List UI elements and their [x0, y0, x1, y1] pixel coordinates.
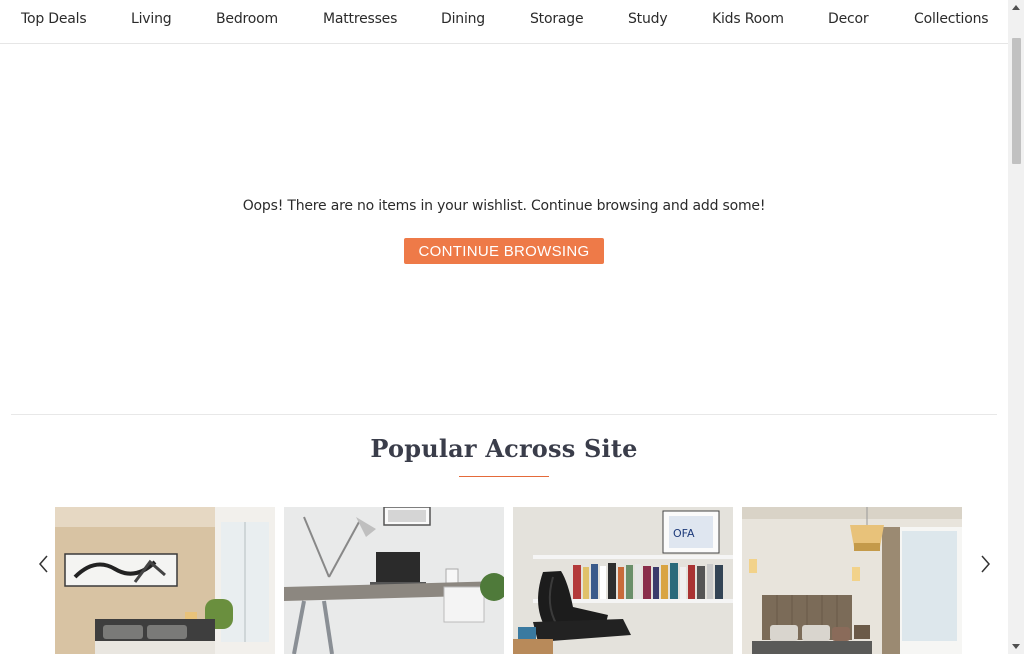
product-card[interactable] [55, 507, 275, 654]
chevron-left-icon [39, 555, 48, 573]
scroll-down-button[interactable] [1008, 638, 1024, 654]
nav-item-kids-room[interactable]: Kids Room [712, 11, 784, 27]
nav-item-bedroom[interactable]: Bedroom [216, 11, 278, 27]
study-desk-image [284, 507, 504, 654]
scroll-up-button[interactable] [1008, 0, 1024, 16]
nav-item-top-deals[interactable]: Top Deals [21, 11, 87, 27]
section-divider [11, 414, 997, 415]
product-card[interactable] [742, 507, 962, 654]
svg-text:OFA: OFA [673, 527, 695, 540]
bedroom-image [55, 507, 275, 654]
carousel-prev-button[interactable] [34, 553, 54, 575]
product-card[interactable] [284, 507, 504, 654]
bedroom-suite-image [742, 507, 962, 654]
scrollbar-thumb[interactable] [1012, 38, 1021, 164]
nav-item-study[interactable]: Study [628, 11, 668, 27]
nav-item-mattresses[interactable]: Mattresses [323, 11, 397, 27]
nav-item-living[interactable]: Living [131, 11, 172, 27]
nav-item-decor[interactable]: Decor [828, 11, 869, 27]
nav-item-collections[interactable]: Collections [914, 11, 989, 27]
title-underline [459, 476, 549, 477]
empty-wishlist-message: Oops! There are no items in your wishlis… [242, 198, 766, 214]
continue-browsing-button[interactable]: CONTINUE BROWSING [404, 238, 604, 264]
top-navigation: Top Deals Living Bedroom Mattresses Dini… [0, 0, 1008, 44]
nav-item-dining[interactable]: Dining [441, 11, 485, 27]
chevron-right-icon [981, 555, 990, 573]
lounge-chair-image: OFA [513, 507, 733, 654]
triangle-down-icon [1012, 644, 1020, 649]
product-card[interactable]: OFA [513, 507, 733, 654]
triangle-up-icon [1012, 5, 1020, 10]
nav-item-storage[interactable]: Storage [530, 11, 584, 27]
section-title: Popular Across Site [370, 434, 638, 463]
carousel-next-button[interactable] [975, 553, 995, 575]
vertical-scrollbar[interactable] [1008, 0, 1024, 654]
